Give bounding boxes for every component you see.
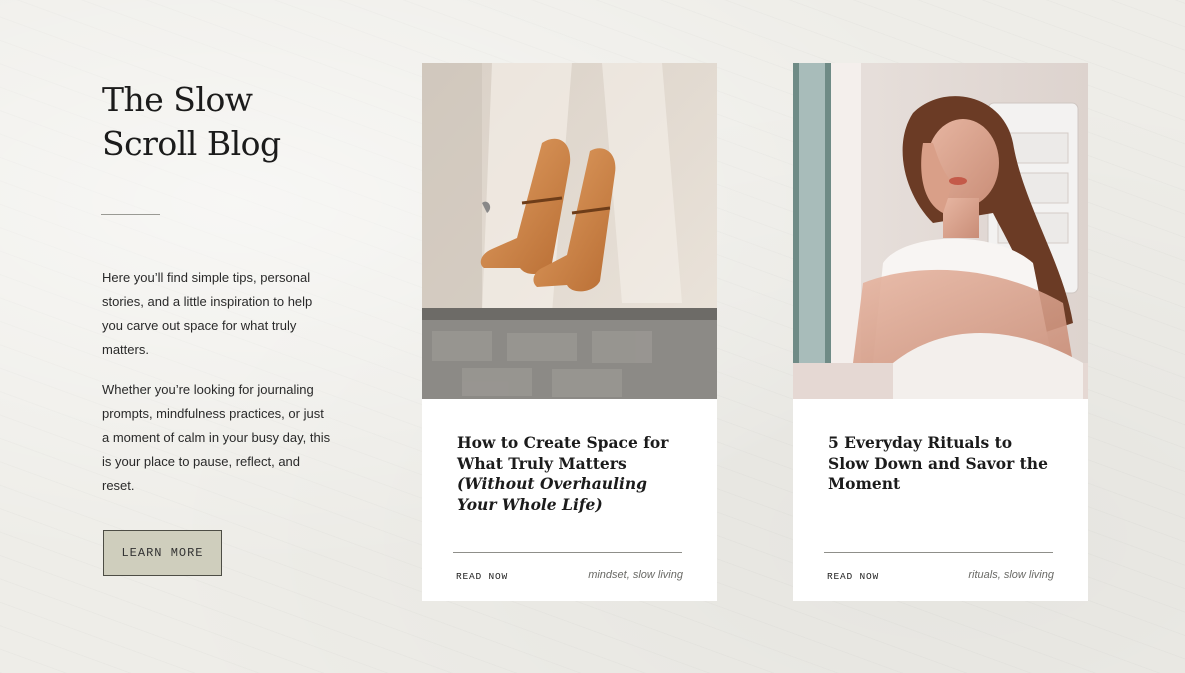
- tag-link-slow-living[interactable]: slow living: [1004, 569, 1054, 581]
- blog-post-card: 5 Everyday Rituals to Slow Down and Savo…: [793, 63, 1088, 601]
- post-title[interactable]: How to Create Space for What Truly Matte…: [457, 433, 687, 515]
- title-line-1: The Slow: [102, 80, 253, 119]
- post-title[interactable]: 5 Everyday Rituals to Slow Down and Savo…: [828, 433, 1058, 495]
- card-divider: [824, 552, 1053, 553]
- card-divider: [453, 552, 682, 553]
- intro-paragraph-1: Here you’ll find simple tips, personal s…: [102, 270, 313, 357]
- read-now-link[interactable]: READ NOW: [456, 571, 508, 582]
- title-divider: [101, 214, 160, 215]
- blog-post-card: How to Create Space for What Truly Matte…: [422, 63, 717, 601]
- learn-more-button[interactable]: LEARN MORE: [103, 530, 222, 576]
- post-tags: rituals, slow living: [968, 569, 1054, 581]
- post-image-shoes[interactable]: [422, 63, 717, 399]
- tag-link-mindset[interactable]: mindset: [588, 569, 627, 581]
- read-now-link[interactable]: READ NOW: [827, 571, 879, 582]
- title-line-2: Scroll Blog: [102, 124, 281, 163]
- tag-link-rituals[interactable]: rituals: [968, 569, 997, 581]
- post-title-main: 5 Everyday Rituals to Slow Down and Savo…: [828, 433, 1048, 493]
- intro-paragraph-2: Whether you’re looking for journaling pr…: [102, 382, 331, 493]
- tag-link-slow-living[interactable]: slow living: [633, 569, 683, 581]
- page-title: The Slow Scroll Blog: [102, 78, 332, 166]
- post-title-italic: (Without Overhauling Your Whole Life): [457, 474, 647, 514]
- post-title-main: How to Create Space for What Truly Matte…: [457, 433, 669, 473]
- blog-intro: The Slow Scroll Blog Here you’ll find si…: [101, 78, 332, 498]
- post-image-woman[interactable]: [793, 63, 1088, 399]
- post-tags: mindset, slow living: [588, 569, 683, 581]
